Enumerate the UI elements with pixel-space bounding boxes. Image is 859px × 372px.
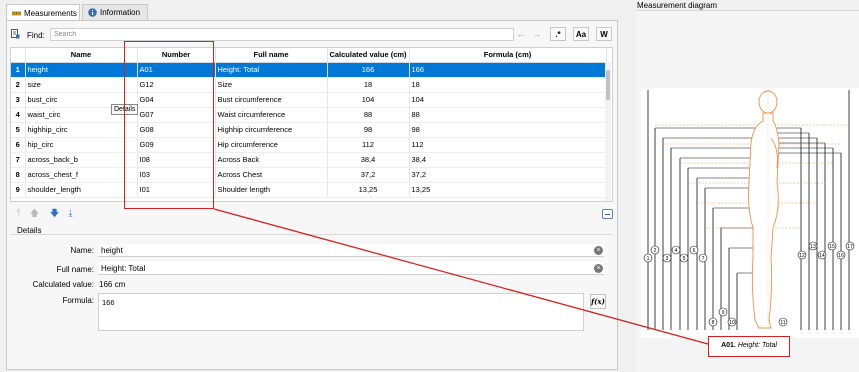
diagram-caption: A01. Height: Total [708, 336, 790, 357]
annotation-connector [213, 208, 709, 345]
caption-name: Height: Total [737, 342, 777, 349]
caption-code: A01. [721, 342, 736, 349]
